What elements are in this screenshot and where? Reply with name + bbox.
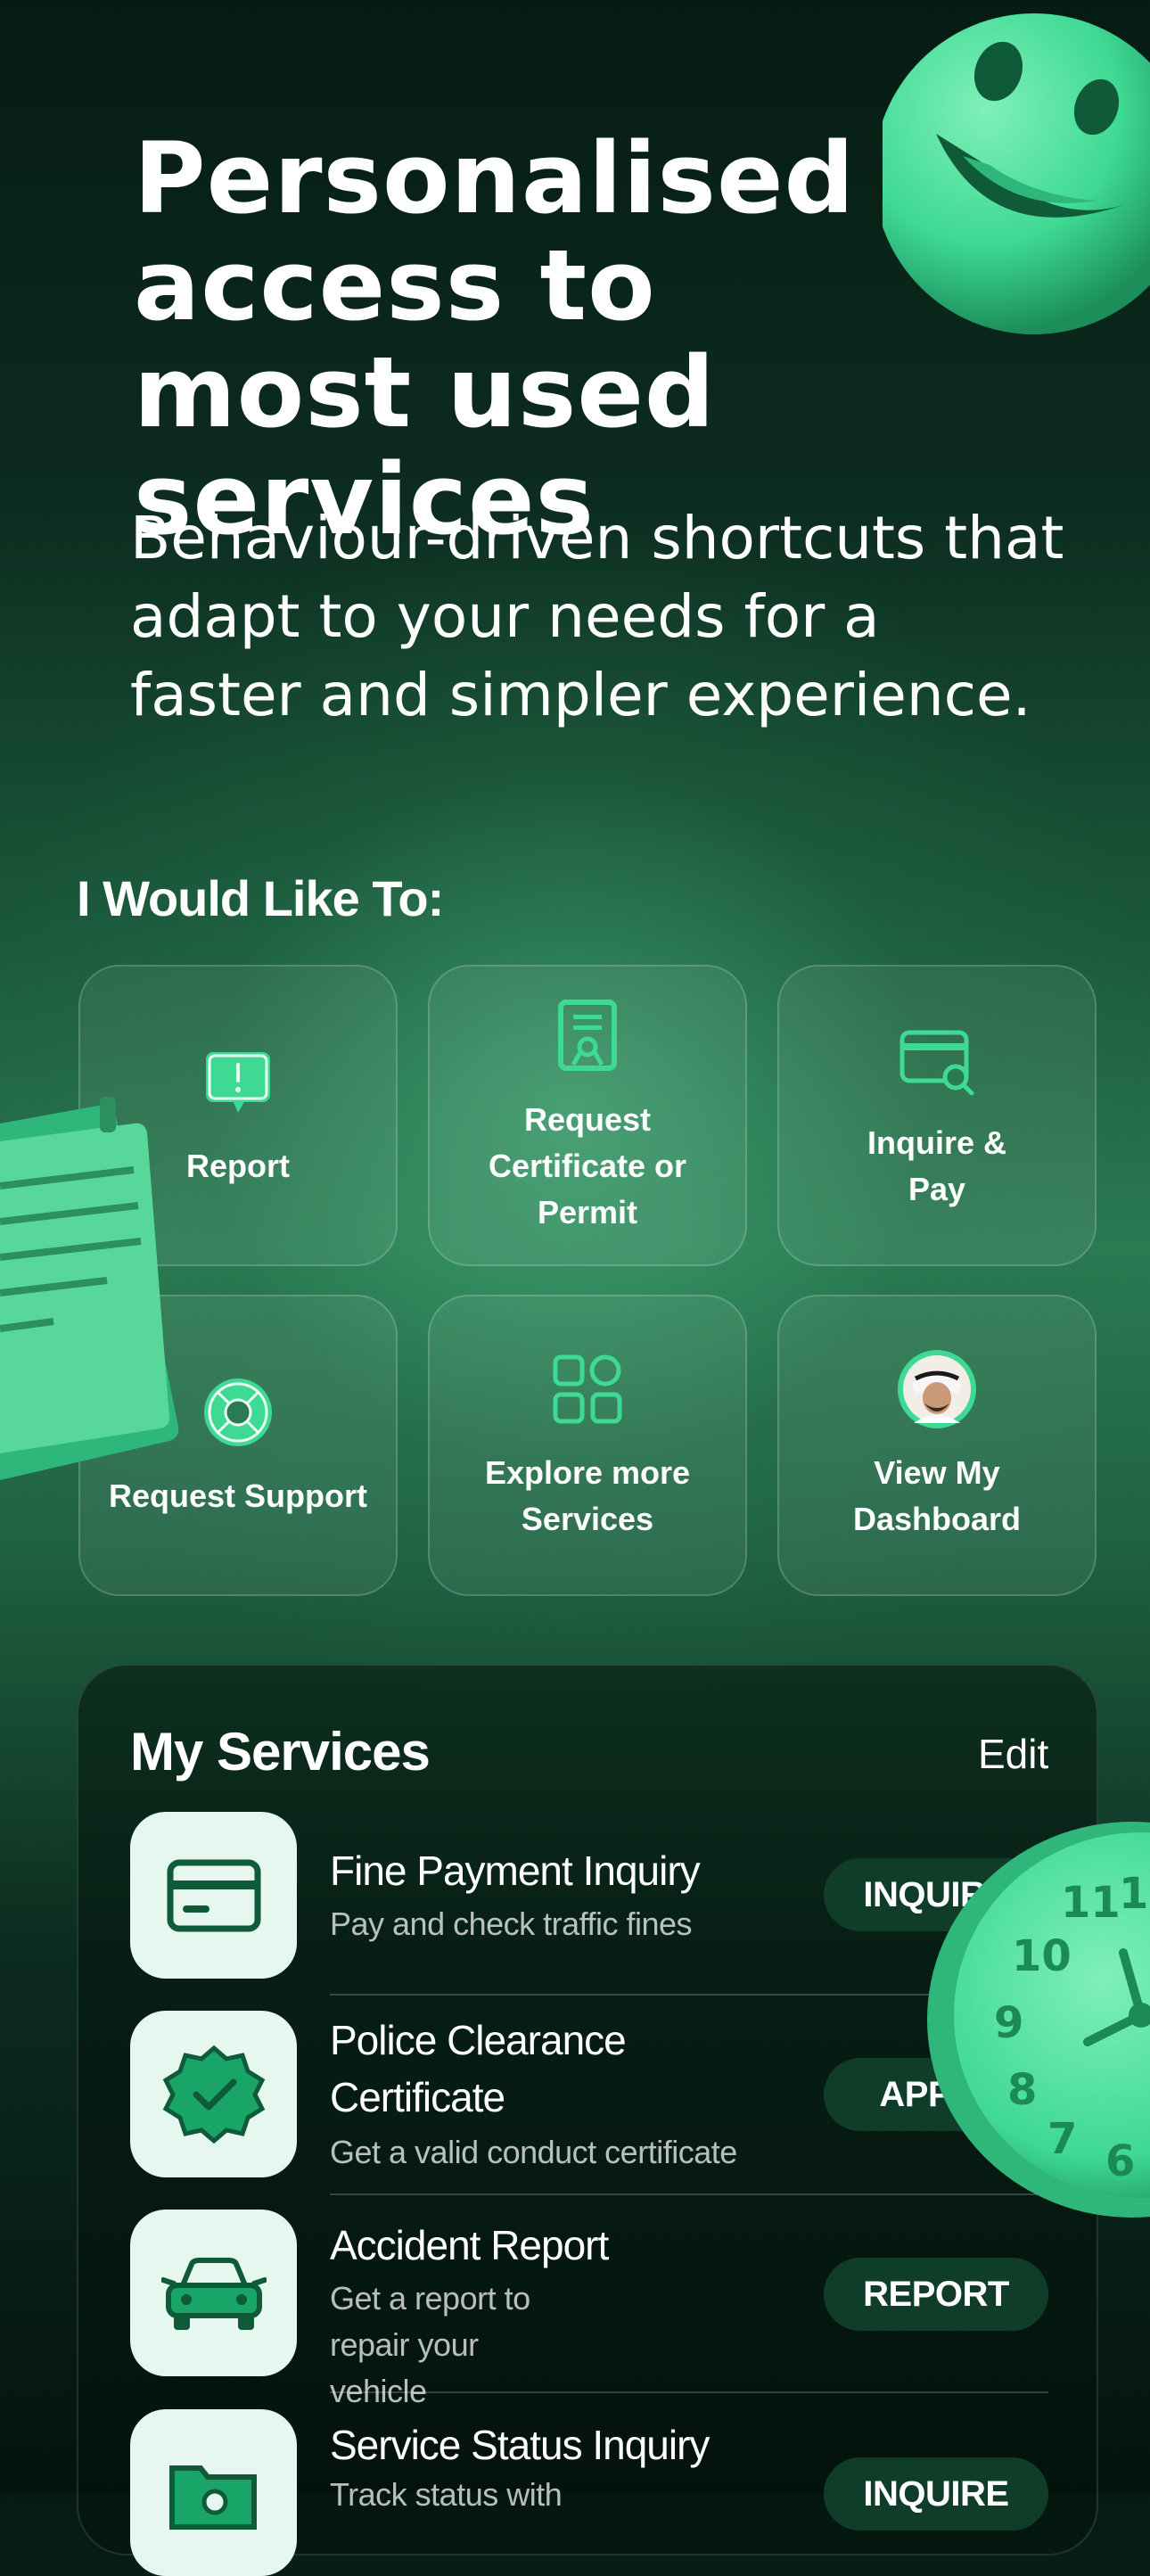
svg-text:12: 12 [1119, 1869, 1150, 1919]
service-title: Service Status Inquiry [330, 2422, 710, 2468]
my-services-title: My Services [130, 1722, 431, 1782]
divider [330, 2391, 1048, 2393]
folder-decoration [0, 1097, 179, 1480]
tile-inquire-pay-label: Inquire & Pay [867, 1124, 1006, 1207]
service-desc: Get a report to repair your vehicle [330, 2280, 530, 2409]
svg-text:11: 11 [1061, 1878, 1121, 1928]
report-button[interactable]: REPORT [824, 2258, 1048, 2331]
tile-report-label: Report [186, 1148, 290, 1184]
service-desc: Track status with [330, 2476, 563, 2513]
grid-icon [546, 1348, 628, 1430]
quick-actions-heading: I Would Like To: [77, 870, 444, 926]
edit-link[interactable]: Edit [978, 1730, 1048, 1778]
inquire-pay-icon [896, 1018, 978, 1100]
service-title: Police Clearance Certificate [330, 2017, 627, 2120]
report-icon [197, 1041, 279, 1123]
tile-view-dashboard-label: View My Dashboard [852, 1454, 1022, 1537]
car-icon [160, 2257, 267, 2330]
tile-inquire-pay[interactable]: Inquire & Pay [777, 965, 1097, 1266]
hero-subtitle: Behaviour-driven shortcuts that adapt to… [130, 504, 1064, 729]
badge-check-icon [162, 2045, 265, 2144]
service-icon-tile [130, 2011, 297, 2177]
svg-text:9: 9 [994, 1998, 1023, 2048]
certificate-icon [546, 995, 628, 1077]
tile-view-dashboard[interactable]: View My Dashboard [777, 1295, 1097, 1596]
svg-text:10: 10 [1012, 1931, 1072, 1981]
service-desc: Pay and check traffic fines [330, 1905, 693, 1942]
service-desc: Get a valid conduct certificate [330, 2134, 737, 2170]
inquire-button[interactable]: INQUIRE [824, 2457, 1048, 2531]
service-icon-tile [130, 1812, 297, 1979]
svg-text:6: 6 [1105, 2136, 1135, 2186]
svg-text:8: 8 [1007, 2065, 1037, 2115]
svg-text:7: 7 [1047, 2114, 1077, 2164]
tile-request-certificate-label: Request Certificate or Permit [488, 1101, 687, 1230]
hero-title: Personalised access to most used service… [134, 121, 856, 556]
clock-decoration: 11 12 10 9 8 7 6 [927, 1822, 1150, 2218]
lifebuoy-icon [197, 1371, 279, 1453]
card-icon [167, 1859, 260, 1931]
service-icon-tile [130, 2210, 297, 2376]
service-title: Accident Report [330, 2222, 609, 2268]
tile-explore-services-label: Explore more Services [484, 1454, 691, 1537]
avatar [896, 1348, 978, 1430]
tile-explore-services[interactable]: Explore more Services [428, 1295, 747, 1596]
tile-request-certificate[interactable]: Request Certificate or Permit [428, 965, 747, 1266]
service-title: Fine Payment Inquiry [330, 1848, 701, 1894]
